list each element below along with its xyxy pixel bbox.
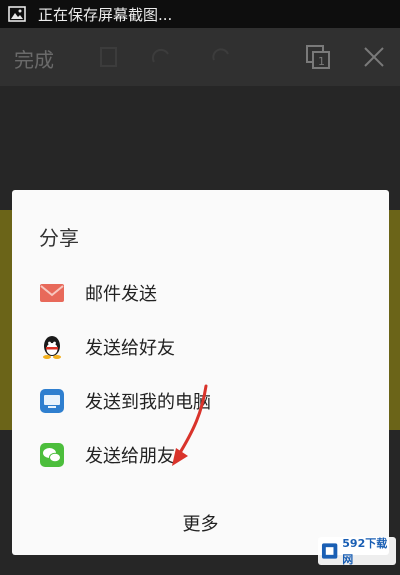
share-sheet-title: 分享 <box>39 226 79 250</box>
status-bar: 正在保存屏幕截图... <box>0 0 400 28</box>
redo-icon[interactable] <box>208 44 234 70</box>
more-button[interactable]: 更多 <box>12 510 389 536</box>
annotation-arrow <box>172 384 208 466</box>
qq-icon <box>43 336 61 359</box>
watermark-logo-icon <box>321 543 338 559</box>
site-watermark: 592下载网 <box>318 537 396 566</box>
watermark-text: 592下载网 <box>342 537 388 566</box>
share-item-label: 发送给朋友 <box>85 446 175 467</box>
editor-toolbar: 完成 1 <box>0 28 400 86</box>
close-icon[interactable] <box>361 44 387 70</box>
wechat-icon <box>40 443 64 467</box>
crop-icon[interactable]: 1 <box>305 44 331 70</box>
preview-edge-left <box>0 210 12 430</box>
share-sheet: 分享 邮件发送 发送给好友 发送到我的电脑 发送给朋友 更多 <box>12 190 389 555</box>
preview-edge-right <box>389 210 400 430</box>
share-item-wechat-friend[interactable]: 发送给朋友 <box>39 440 175 470</box>
share-item-mail[interactable]: 邮件发送 <box>39 278 157 308</box>
image-icon <box>8 6 26 22</box>
share-item-qq-friend[interactable]: 发送给好友 <box>39 332 175 362</box>
share-item-label: 发送给好友 <box>85 338 175 359</box>
notification-text: 正在保存屏幕截图... <box>38 5 173 24</box>
copy-icon[interactable] <box>96 44 122 70</box>
share-item-label: 邮件发送 <box>85 284 157 305</box>
done-button[interactable]: 完成 <box>14 44 54 73</box>
computer-icon <box>40 389 64 413</box>
svg-text:1: 1 <box>318 55 325 68</box>
rotate-icon[interactable] <box>148 44 174 70</box>
mail-icon <box>40 284 64 302</box>
